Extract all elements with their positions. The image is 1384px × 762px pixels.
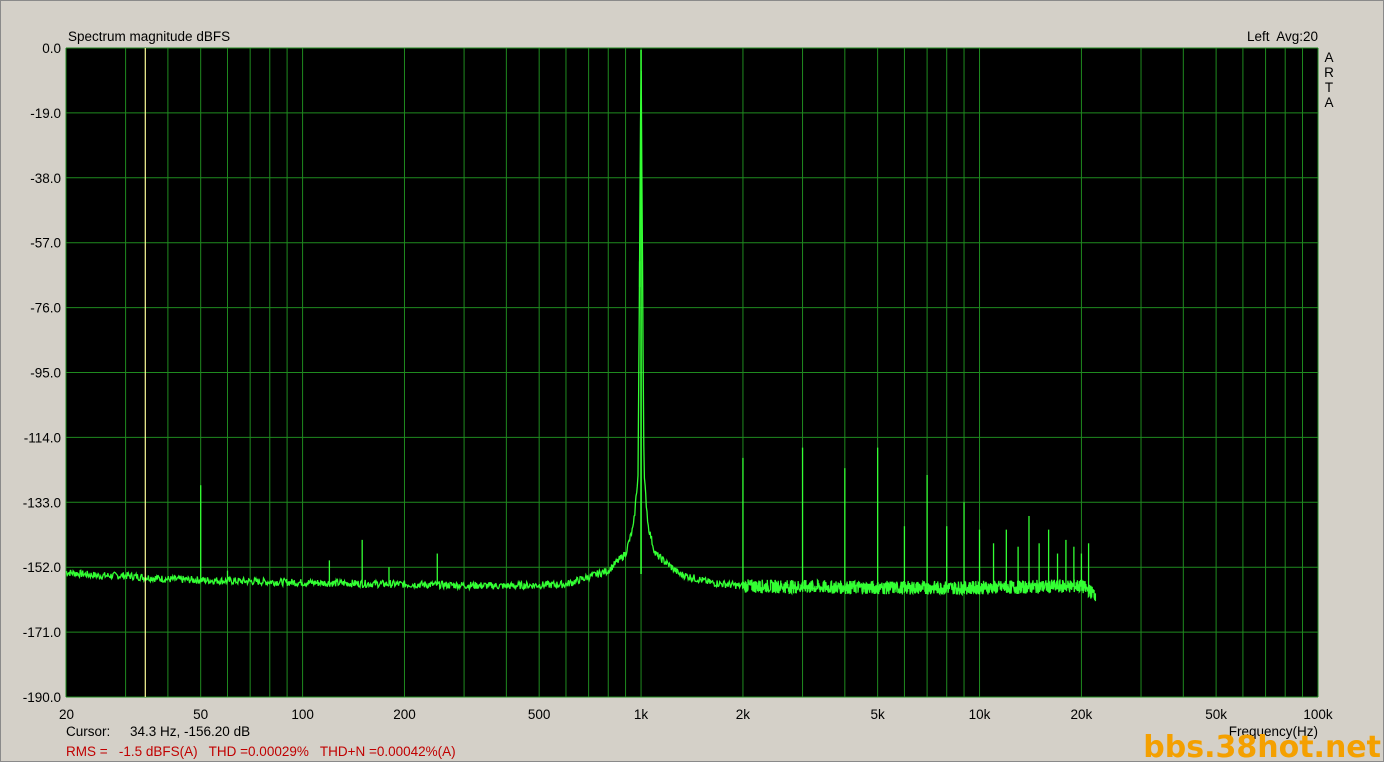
x-tick-label: 20 bbox=[59, 707, 74, 722]
x-tick-label: 200 bbox=[393, 707, 416, 722]
x-tick-label: 100k bbox=[1303, 707, 1333, 722]
y-tick-label: -133.0 bbox=[23, 495, 61, 510]
y-tick-label: -171.0 bbox=[23, 625, 61, 640]
y-tick-labels: 0.0 -19.0 -38.0 -57.0 -76.0 -95.0 -114.0 -133.0… bbox=[23, 41, 61, 705]
y-tick-label: -114.0 bbox=[24, 430, 61, 445]
x-tick-labels: 20 50 100 200 500 1k 2k 5k 10k 20k 50k 100k bbox=[59, 707, 1333, 722]
x-tick-label: 2k bbox=[736, 707, 751, 722]
x-tick-label: 20k bbox=[1071, 707, 1093, 722]
chart-title: Spectrum magnitude dBFS bbox=[68, 29, 230, 44]
y-tick-label: -19.0 bbox=[30, 106, 61, 121]
x-tick-label: 500 bbox=[528, 707, 551, 722]
cursor-label: Cursor: bbox=[66, 724, 110, 739]
x-tick-label: 10k bbox=[969, 707, 991, 722]
y-tick-label: -76.0 bbox=[30, 301, 61, 316]
brand-letter: A bbox=[1324, 95, 1333, 110]
x-tick-label: 5k bbox=[871, 707, 886, 722]
channel-label: Left Avg:20 bbox=[1247, 29, 1318, 44]
thd-readout: RMS = -1.5 dBFS(A) THD =0.00029% THD+N =… bbox=[66, 744, 456, 759]
brand-letter: R bbox=[1324, 65, 1334, 80]
x-tick-label: 50 bbox=[193, 707, 208, 722]
y-tick-label: 0.0 bbox=[42, 41, 61, 56]
y-tick-label: -57.0 bbox=[30, 236, 61, 251]
y-tick-label: -95.0 bbox=[30, 366, 61, 381]
brand-letter: T bbox=[1325, 80, 1333, 95]
cursor-readout: 34.3 Hz, -156.20 dB bbox=[130, 724, 250, 739]
brand-letters: ARTA bbox=[1324, 50, 1334, 110]
x-tick-label: 1k bbox=[634, 707, 649, 722]
y-tick-label: -38.0 bbox=[30, 171, 61, 186]
y-tick-label: -152.0 bbox=[23, 560, 61, 575]
x-tick-label: 100 bbox=[291, 707, 314, 722]
spectrum-chart[interactable]: 0.0 -19.0 -38.0 -57.0 -76.0 -95.0 -114.0 -133.0… bbox=[0, 0, 1384, 762]
brand-letter: A bbox=[1324, 50, 1333, 65]
x-tick-label: 50k bbox=[1205, 707, 1227, 722]
watermark-text: bbs.38hot.net bbox=[1143, 730, 1381, 762]
y-tick-label: -190.0 bbox=[23, 690, 61, 705]
